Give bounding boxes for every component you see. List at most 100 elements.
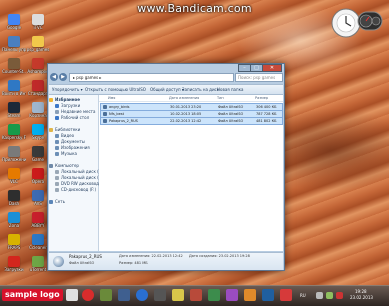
clock-time[interactable]: 19:28 [355,289,367,294]
organize-button[interactable]: Упорядочить ▾ [52,86,83,93]
new-folder-button[interactable]: Новая папка [217,86,244,93]
desktop-icon-label: Загрузки [4,267,24,272]
bandicam-taskbar-icon[interactable] [280,289,292,301]
close-button[interactable]: ✕ [262,64,282,72]
app-taskbar-icon[interactable] [226,289,238,301]
desktop-icon[interactable]: Панель управл. [2,36,26,52]
folder-icon [55,110,59,114]
explorer-window[interactable]: – □ ✕ ◀ ▶ ▸ psp games ▸ Поиск: psp games… [47,63,285,271]
column-date[interactable]: Дата изменения [169,95,199,101]
nav-item-documents[interactable]: Документы [55,139,85,144]
nav-libraries[interactable]: Библиотеки [49,127,80,132]
desktop-icon[interactable]: Zona [2,212,26,228]
desktop-icon[interactable]: Kaspersky Free [2,124,26,140]
app-icon [32,102,44,113]
file-row[interactable]: Pakaprus_2_RUS 22.02.2013 12:42 Файл Ultra… [100,117,283,125]
drive-icon [55,170,59,174]
desktop-icon[interactable]: psp_games [26,36,50,52]
nav-item-video[interactable]: Видео [55,133,74,138]
desktop-icon-label: iTVC [33,25,43,30]
desktop-icon[interactable]: Steam [2,102,26,118]
disc-image-icon [53,256,64,267]
desktop-icon[interactable]: Google [2,14,26,30]
forward-button[interactable]: ▶ [59,73,67,81]
app-icon [8,234,20,245]
app-icon [32,190,44,201]
app-taskbar-icon[interactable] [172,289,184,301]
command-bar: Упорядочить ▾ Открыть с помощью UltraISO… [49,84,283,95]
nav-item-downloads[interactable]: Загрузки [55,103,80,108]
desktop-icon-label: psp_games [26,47,50,52]
explorer-taskbar-icon[interactable] [66,289,78,301]
nav-item-drive-c[interactable]: Локальный диск (C:) [55,169,104,174]
app-icon [32,14,44,25]
app-icon [8,102,20,113]
nav-favorites[interactable]: Избранное [49,97,80,102]
file-list: Имя Дата изменения Тип Размер angry_bird… [99,95,283,251]
desktop-icon[interactable]: Counter-St.. [2,58,26,74]
file-name: Pakaprus_2_RUS [109,119,138,123]
app-icon [8,168,20,179]
search-input[interactable]: Поиск: psp games [235,73,283,82]
folder-icon [55,140,59,144]
media-taskbar-icon[interactable] [154,289,166,301]
column-type[interactable]: Тип [217,95,224,101]
nav-item-pictures[interactable]: Изображения [55,145,90,150]
app-taskbar-icon[interactable] [244,289,256,301]
app-taskbar-icon[interactable] [208,289,220,301]
burn-button[interactable]: Записать на диск [182,86,219,93]
column-name[interactable]: Имя [108,95,115,101]
antivirus-icon[interactable] [336,292,343,299]
volume-icon[interactable] [316,292,323,299]
iso-file-icon [103,105,107,109]
share-button[interactable]: Общий доступ ▾ [150,86,184,93]
window-titlebar[interactable]: – □ ✕ [48,64,284,72]
app-taskbar-icon[interactable] [190,289,202,301]
nav-network[interactable]: Сеть [49,199,65,204]
meter-gadget[interactable] [356,8,384,34]
language-indicator[interactable]: RU [300,293,306,298]
desktop-icon[interactable]: VLC [2,168,26,184]
open-with-button[interactable]: Открыть с помощью UltraISO [85,86,146,93]
nav-item-drive-d[interactable]: Локальный диск (D:) [55,175,105,180]
chrome-taskbar-icon[interactable] [136,289,148,301]
app-icon [32,36,44,47]
desktop-icons: Google iTVC Панель управл.psp_games Counter… [0,14,52,284]
app-icon [32,124,44,135]
desktop: www.Bandicam.com GoogleiTVCПанель управл… [0,0,389,306]
network-icon[interactable] [326,292,333,299]
address-bar[interactable]: ▸ psp games ▸ [69,73,234,82]
desktop-icon[interactable]: Загрузки [2,256,26,272]
details-pane: Pakaprus_2_RUS Файл UltraISO Дата измене… [49,252,283,270]
desktop-icon[interactable]: Dash [2,190,26,206]
nav-item-desktop[interactable]: Рабочий стол [55,115,89,120]
app-icon [8,58,20,69]
details-type: Файл UltraISO [69,261,95,265]
app-icon [8,146,20,157]
details-created: Дата создания: 23.02.2013 19:28 [189,254,250,258]
app-taskbar-icon[interactable] [118,289,130,301]
desktop-icon[interactable]: Приложение [2,146,26,162]
app-icon [32,168,44,179]
star-icon [49,98,53,102]
desktop-icon-label: Панель управл. [2,47,26,52]
app-taskbar-icon[interactable] [100,289,112,301]
app-taskbar-icon[interactable] [262,289,274,301]
column-size[interactable]: Размер [255,95,268,101]
nav-item-music[interactable]: Музыка [55,151,77,156]
desktop-icon-label: Приложение [2,157,26,162]
nav-item-cd[interactable]: CD-дисковод (F:) [55,187,96,192]
desktop-icon[interactable]: iTVC [26,14,50,30]
file-date: 22.02.2013 12:42 [170,119,202,123]
desktop-icon[interactable]: FRAPS [2,234,26,250]
nav-computer[interactable]: Компьютер [49,163,79,168]
app-icon [8,124,20,135]
back-button[interactable]: ◀ [50,73,58,81]
desktop-icon-label: Zona [8,223,20,228]
computer-icon [49,164,53,168]
desktop-icon[interactable]: Войти в Интернет [2,80,26,96]
clock-date[interactable]: 23.02.2013 [350,295,373,300]
disc-icon [55,188,59,192]
yandex-taskbar-icon[interactable] [82,289,94,301]
nav-item-recent[interactable]: Недавние места [55,109,95,114]
